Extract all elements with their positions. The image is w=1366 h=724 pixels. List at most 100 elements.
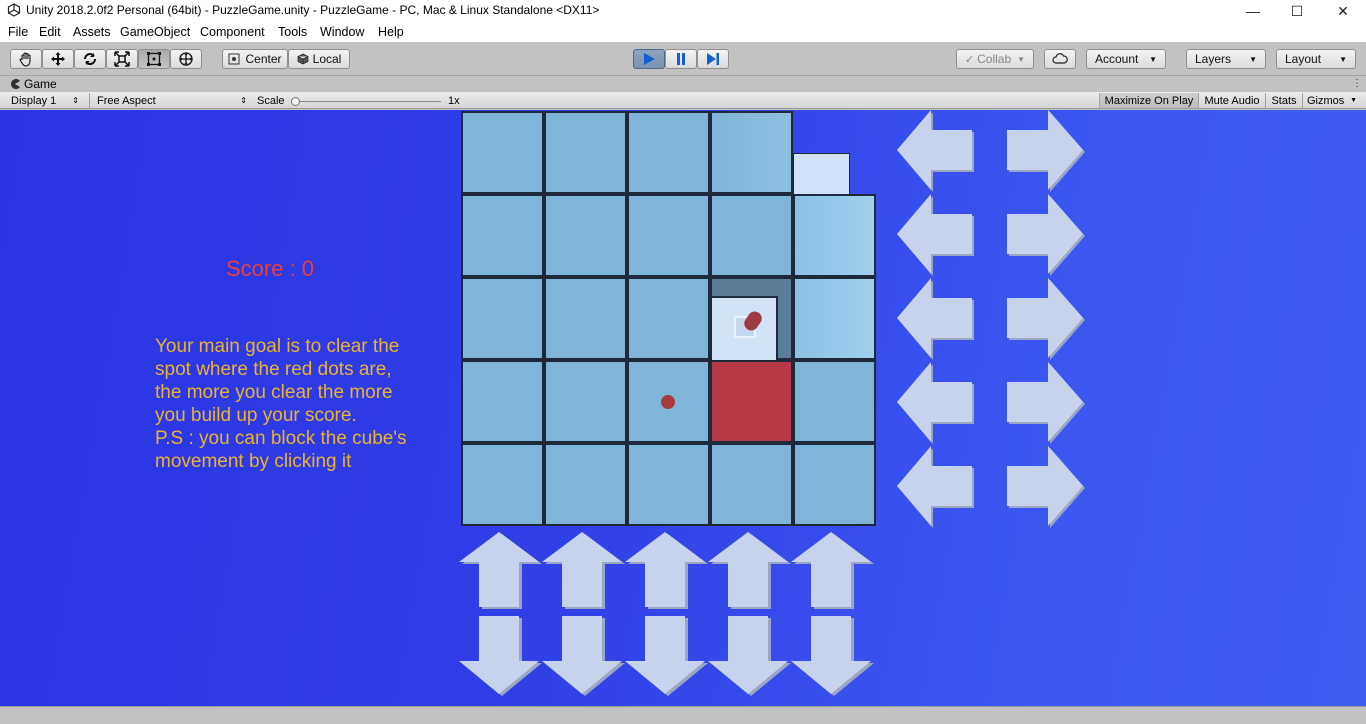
grid-tile[interactable]: [710, 111, 793, 194]
layers-label: Layers: [1195, 52, 1232, 66]
arrow-up-button[interactable]: [791, 532, 874, 609]
grid-tile[interactable]: [461, 277, 544, 360]
arrow-left-button[interactable]: [897, 110, 974, 192]
menu-window[interactable]: Window: [320, 25, 364, 39]
game-pacman-icon: [11, 79, 20, 89]
grid-tile[interactable]: [544, 194, 627, 277]
arrow-left-button[interactable]: [897, 278, 974, 360]
menu-component[interactable]: Component: [200, 25, 265, 39]
arrow-right-button[interactable]: [1007, 110, 1085, 192]
grid-tile[interactable]: [710, 194, 793, 277]
menu-file[interactable]: File: [8, 25, 28, 39]
arrow-right-button[interactable]: [1007, 194, 1085, 276]
local-cube-icon: [297, 53, 309, 65]
grid-tile[interactable]: [793, 443, 876, 526]
arrow-right-button[interactable]: [1007, 446, 1085, 528]
grid-tile[interactable]: [793, 360, 876, 443]
maximize-on-play-label: Maximize On Play: [1104, 94, 1194, 107]
hand-tool-icon[interactable]: [10, 49, 42, 69]
layout-dropdown[interactable]: Layout ▼: [1276, 49, 1356, 69]
play-button[interactable]: [633, 49, 665, 69]
menu-tools[interactable]: Tools: [278, 25, 307, 39]
pivot-center-button[interactable]: Center: [222, 49, 288, 69]
grid-tile[interactable]: [544, 360, 627, 443]
account-dropdown[interactable]: Account ▼: [1086, 49, 1166, 69]
scale-slider-thumb[interactable]: [291, 97, 300, 106]
arrow-down-button[interactable]: [708, 616, 791, 696]
transform-tool-icon[interactable]: [170, 49, 202, 69]
grid-tile[interactable]: [544, 443, 627, 526]
instructions-line: movement by clicking it: [155, 451, 352, 472]
stats-label: Stats: [1271, 94, 1297, 107]
grid-tile[interactable]: [461, 194, 544, 277]
rotate-tool-icon[interactable]: [74, 49, 106, 69]
menu-gameobject[interactable]: GameObject: [120, 25, 190, 39]
arrow-down-button[interactable]: [791, 616, 874, 696]
arrow-up-button[interactable]: [708, 532, 791, 609]
chevron-down-icon: ▼: [1350, 97, 1357, 104]
close-icon[interactable]: ✕: [1320, 0, 1366, 22]
grid-tile[interactable]: [627, 360, 710, 443]
move-tool-icon[interactable]: [42, 49, 74, 69]
unity-logo-icon: [7, 3, 21, 17]
grid-tile[interactable]: [544, 111, 627, 194]
grid-tile-red[interactable]: [710, 360, 793, 443]
layers-dropdown[interactable]: Layers ▼: [1186, 49, 1266, 69]
gizmos-label: Gizmos: [1307, 94, 1345, 107]
pause-button[interactable]: [665, 49, 697, 69]
arrow-down-button[interactable]: [625, 616, 708, 696]
arrow-down-button[interactable]: [542, 616, 625, 696]
maximize-icon[interactable]: ☐: [1274, 0, 1320, 22]
right-arrows-column: [1007, 110, 1085, 528]
pivot-icon: [228, 53, 240, 65]
grid-tile[interactable]: [793, 194, 876, 277]
arrow-up-button[interactable]: [542, 532, 625, 609]
grid-tile[interactable]: [627, 111, 710, 194]
cloud-icon: [1052, 53, 1068, 64]
aspect-dropdown[interactable]: Free Aspect ⇕: [92, 93, 252, 108]
arrow-up-button[interactable]: [459, 532, 542, 609]
chevron-down-icon: ▼: [1249, 54, 1257, 64]
red-dot: [661, 395, 675, 409]
minimize-icon[interactable]: —: [1230, 0, 1276, 22]
grid-tile[interactable]: [544, 277, 627, 360]
gizmos-dropdown[interactable]: Gizmos ▼: [1303, 93, 1361, 108]
game-viewport[interactable]: Score : 0 Your main goal is to clear the…: [0, 110, 1366, 706]
stats-toggle[interactable]: Stats: [1266, 93, 1302, 108]
scale-slider-track: [291, 101, 441, 102]
arrow-down-button[interactable]: [459, 616, 542, 696]
arrow-left-button[interactable]: [897, 362, 974, 444]
grid-tile[interactable]: [461, 111, 544, 194]
arrow-left-button[interactable]: [897, 446, 974, 528]
rect-tool-icon[interactable]: [138, 49, 170, 69]
grid-tile[interactable]: [627, 194, 710, 277]
pivot-local-button[interactable]: Local: [288, 49, 350, 69]
grid-tile[interactable]: [793, 277, 876, 360]
menu-assets[interactable]: Assets: [73, 25, 111, 39]
grid-tile[interactable]: [627, 443, 710, 526]
mute-audio-toggle[interactable]: Mute Audio: [1199, 93, 1265, 108]
cloud-button[interactable]: [1044, 49, 1076, 69]
menu-edit[interactable]: Edit: [39, 25, 61, 39]
grid-tile[interactable]: [627, 277, 710, 360]
tab-menu-icon[interactable]: ⋮: [1352, 78, 1362, 89]
tab-game[interactable]: Game: [4, 76, 84, 92]
chevron-down-icon: ▼: [1149, 54, 1157, 64]
grid-tile[interactable]: [461, 443, 544, 526]
grid-tile[interactable]: [461, 360, 544, 443]
arrow-right-button[interactable]: [1007, 362, 1085, 444]
small-floating-tile[interactable]: [793, 153, 850, 195]
scale-slider[interactable]: [291, 97, 441, 106]
grid-tile[interactable]: [710, 443, 793, 526]
menu-help[interactable]: Help: [378, 25, 404, 39]
scale-tool-icon[interactable]: [106, 49, 138, 69]
player-cube[interactable]: [710, 296, 778, 362]
arrow-right-button[interactable]: [1007, 278, 1085, 360]
step-button[interactable]: [697, 49, 729, 69]
collab-button[interactable]: ✓ Collab ▼: [956, 49, 1034, 69]
game-tab-row: Game ⋮: [0, 76, 1366, 92]
maximize-on-play-toggle[interactable]: Maximize On Play: [1100, 93, 1198, 108]
arrow-left-button[interactable]: [897, 194, 974, 276]
display-dropdown[interactable]: Display 1 ⇕: [4, 93, 86, 108]
arrow-up-button[interactable]: [625, 532, 708, 609]
